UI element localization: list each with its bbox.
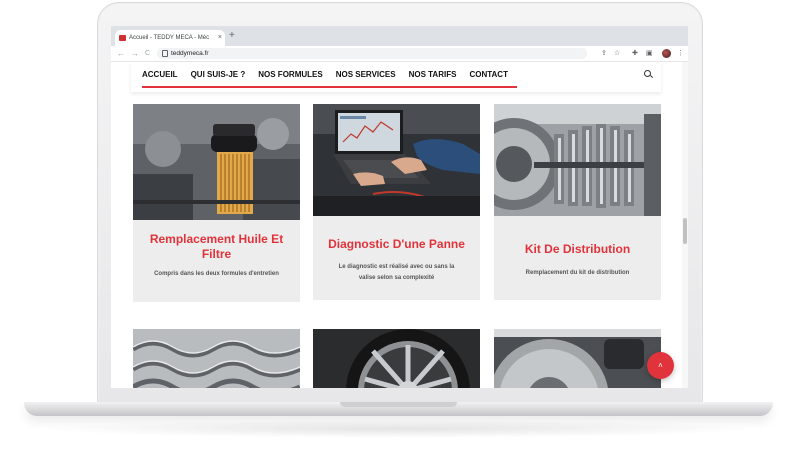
service-card-distribution[interactable]: Kit De Distribution Remplacement du kit …: [494, 104, 661, 300]
nav-item-accueil[interactable]: ACCUEIL: [142, 67, 178, 83]
service-title: Kit De Distribution: [524, 242, 631, 256]
back-arrow-icon[interactable]: ←: [117, 47, 125, 60]
close-icon[interactable]: ×: [218, 30, 222, 46]
nav-item-contact[interactable]: CONTACT: [469, 67, 508, 83]
nav-underline: [142, 86, 517, 88]
laptop-shadow: [40, 420, 757, 438]
nav-item-nos-formules[interactable]: NOS FORMULES: [258, 67, 322, 83]
laptop-screen: Accueil - TEDDY MECA - Méc × + ← → C ted…: [111, 26, 688, 388]
back-to-top-button[interactable]: ˄: [647, 352, 674, 379]
bookmark-star-icon[interactable]: ☆: [614, 48, 620, 59]
new-tab-button[interactable]: +: [229, 29, 235, 43]
reload-icon[interactable]: C: [145, 47, 150, 60]
url-text: teddymeca.fr: [171, 50, 209, 57]
extensions-puzzle-icon[interactable]: ✚: [632, 48, 638, 59]
laptop-notch: [340, 402, 457, 407]
forward-arrow-icon[interactable]: →: [131, 47, 139, 60]
alloy-wheel-photo[interactable]: [313, 329, 480, 388]
site-navigation: ACCUEIL QUI SUIS-JE ? NOS FORMULES NOS S…: [131, 62, 661, 92]
profile-avatar[interactable]: [662, 49, 671, 58]
nav-item-qui-suis-je[interactable]: QUI SUIS-JE ?: [191, 67, 246, 83]
nav-item-nos-tarifs[interactable]: NOS TARIFS: [409, 67, 457, 83]
scrollbar-thumb[interactable]: [683, 218, 687, 244]
service-title: Remplacement Huile Et Filtre: [149, 232, 284, 261]
suspension-springs-photo[interactable]: [133, 329, 300, 388]
tab-title: Accueil - TEDDY MECA - Méc: [129, 35, 210, 41]
menu-dots-icon[interactable]: ⋮: [677, 48, 684, 59]
diagnostic-laptop-photo: [313, 104, 480, 216]
share-icon[interactable]: ⇪: [601, 48, 607, 59]
scrollbar[interactable]: [682, 62, 688, 388]
brake-disc-photo[interactable]: [494, 329, 661, 388]
service-card-oil[interactable]: Remplacement Huile Et Filtre Compris dan…: [133, 104, 300, 302]
site-favicon-icon: [119, 35, 126, 41]
service-description: Le diagnostic est réalisé avec ou sans l…: [338, 264, 455, 281]
oil-filter-photo: [133, 104, 300, 220]
service-description: Compris dans les deux formules d'entreti…: [154, 271, 279, 277]
service-card-diagnostic[interactable]: Diagnostic D'une Panne Le diagnostic est…: [313, 104, 480, 300]
nav-menu: ACCUEIL QUI SUIS-JE ? NOS FORMULES NOS S…: [142, 67, 521, 83]
lock-icon: [162, 50, 168, 57]
search-icon[interactable]: [644, 70, 651, 77]
nav-item-nos-services[interactable]: NOS SERVICES: [336, 67, 396, 83]
service-title: Diagnostic D'une Panne: [328, 237, 465, 251]
service-description: Remplacement du kit de distribution: [525, 270, 630, 276]
page-viewport: ACCUEIL QUI SUIS-JE ? NOS FORMULES NOS S…: [111, 62, 688, 388]
address-bar[interactable]: teddymeca.fr: [157, 48, 587, 59]
browser-tab[interactable]: Accueil - TEDDY MECA - Méc ×: [115, 30, 225, 46]
browser-tab-bar: Accueil - TEDDY MECA - Méc × +: [111, 26, 688, 46]
browser-toolbar: ← → C teddymeca.fr ⇪ ☆ ✚ ▣ ⋮: [111, 46, 688, 62]
sidebar-icon[interactable]: ▣: [646, 48, 653, 59]
timing-belt-photo: [494, 104, 661, 216]
